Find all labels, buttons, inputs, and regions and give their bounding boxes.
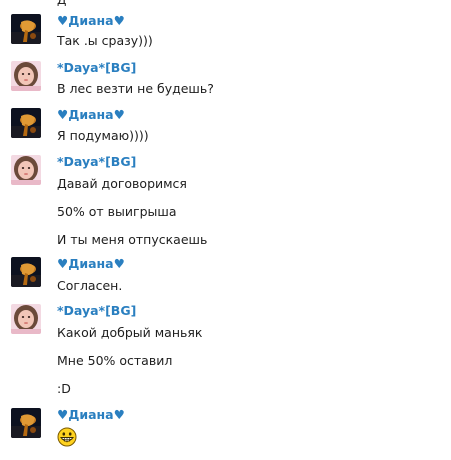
grinning-face-emoji-icon [57, 427, 77, 447]
message-text: И ты меня отпускаешь [57, 232, 208, 247]
message-author[interactable]: *Daya*[BG] [57, 155, 136, 169]
message-text: Давай договоримся [57, 176, 187, 191]
message-text: 50% от выигрыша [57, 204, 177, 219]
message-text: Согласен. [57, 278, 123, 293]
diana-avatar[interactable] [11, 14, 41, 44]
message-text: :D [57, 381, 71, 396]
clipped-message-text: Д [57, 0, 67, 7]
message-author[interactable]: ♥Диана♥ [57, 257, 125, 271]
diana-avatar[interactable] [11, 257, 41, 287]
message-author[interactable]: ♥Диана♥ [57, 14, 125, 28]
message-author[interactable]: *Daya*[BG] [57, 304, 136, 318]
daya-avatar[interactable] [11, 304, 41, 334]
message-text: В лес везти не будешь? [57, 81, 214, 96]
message-text: Я подумаю)))) [57, 128, 149, 143]
message-author[interactable]: ♥Диана♥ [57, 408, 125, 422]
diana-avatar[interactable] [11, 108, 41, 138]
message-text: Мне 50% оставил [57, 353, 173, 368]
message-author[interactable]: ♥Диана♥ [57, 108, 125, 122]
daya-avatar[interactable] [11, 61, 41, 91]
message-text: Какой добрый маньяк [57, 325, 203, 340]
message-author[interactable]: *Daya*[BG] [57, 61, 136, 75]
daya-avatar[interactable] [11, 155, 41, 185]
message-text: Так .ы сразу))) [57, 33, 153, 48]
diana-avatar[interactable] [11, 408, 41, 438]
